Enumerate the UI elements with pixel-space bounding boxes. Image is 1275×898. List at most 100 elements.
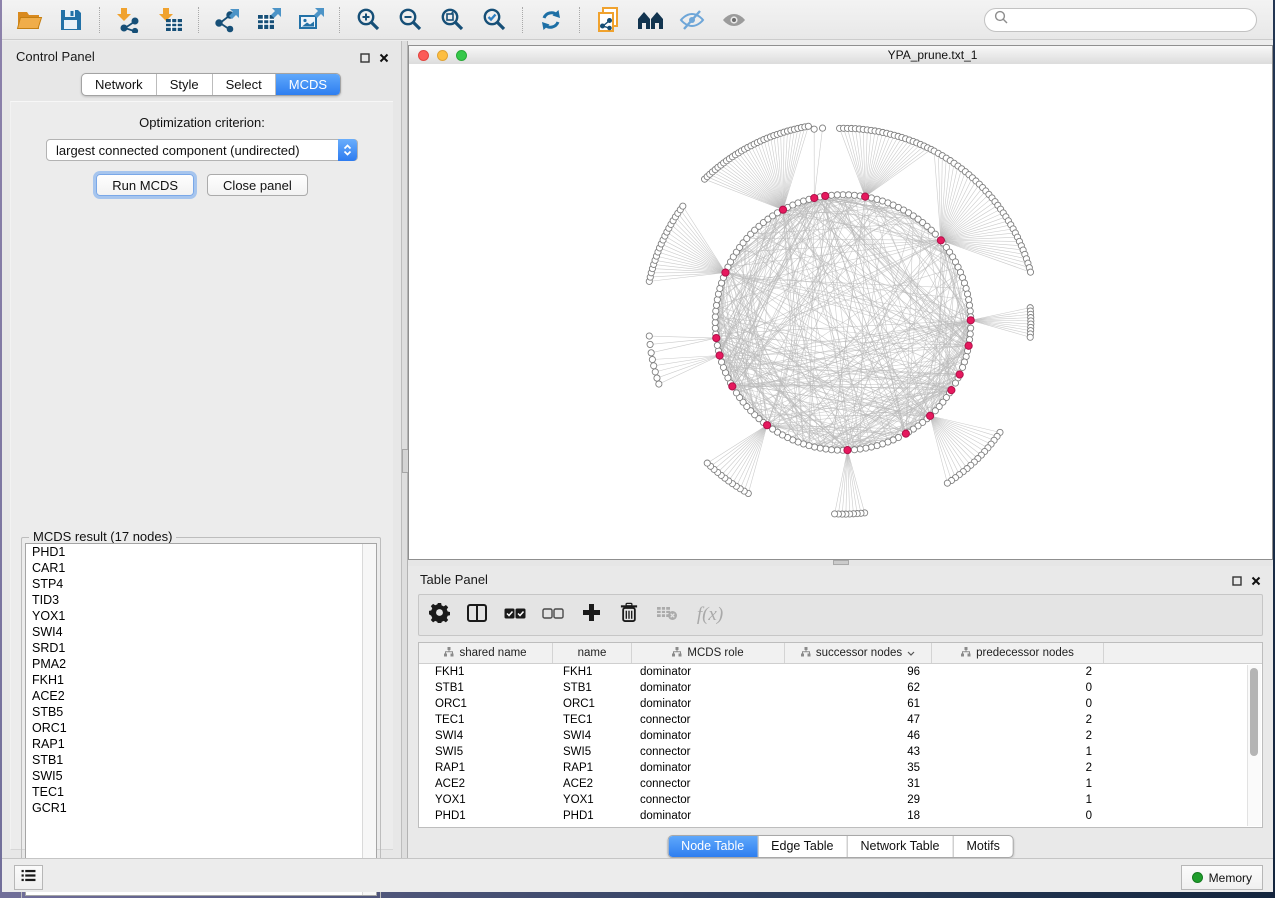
cell[interactable]: dominator <box>632 730 785 742</box>
table-settings-button[interactable] <box>427 603 451 627</box>
column-header-shared-name[interactable]: shared name <box>419 643 553 663</box>
tab-mcds[interactable]: MCDS <box>276 74 340 95</box>
tab-network[interactable]: Network <box>82 74 157 95</box>
column-header-predecessor-nodes[interactable]: predecessor nodes <box>932 643 1104 663</box>
close-panel-icon[interactable] <box>379 50 389 68</box>
table-row[interactable]: STB1STB1dominator620 <box>419 680 1248 696</box>
cell[interactable]: 2 <box>932 714 1104 726</box>
network-graph[interactable] <box>409 64 1272 559</box>
cell[interactable]: 0 <box>932 698 1104 710</box>
zoom-in-button[interactable] <box>347 3 389 37</box>
refresh-button[interactable] <box>530 3 572 37</box>
cell[interactable]: dominator <box>632 682 785 694</box>
close-window-button[interactable] <box>418 50 429 61</box>
table-row[interactable]: ACE2ACE2connector311 <box>419 776 1248 792</box>
import-network-button[interactable] <box>107 3 149 37</box>
cell[interactable]: TEC1 <box>553 714 632 726</box>
table-row[interactable]: SWI5SWI5connector431 <box>419 744 1248 760</box>
cell[interactable]: dominator <box>632 666 785 678</box>
criterion-select[interactable]: largest connected component (undirected) <box>46 139 358 161</box>
cell[interactable]: dominator <box>632 698 785 710</box>
list-scrollbar[interactable] <box>362 544 376 895</box>
deselect-all-columns-button[interactable] <box>541 603 565 627</box>
tab-style[interactable]: Style <box>157 74 213 95</box>
table-row[interactable]: RAP1RAP1dominator352 <box>419 760 1248 776</box>
table-row[interactable]: ORC1ORC1dominator610 <box>419 696 1248 712</box>
cell[interactable]: TEC1 <box>419 714 553 726</box>
select-all-columns-button[interactable] <box>503 603 527 627</box>
float-panel-icon[interactable] <box>1232 573 1242 591</box>
tab-node-table[interactable]: Node Table <box>668 836 758 857</box>
cell[interactable]: RAP1 <box>553 762 632 774</box>
cell[interactable]: 61 <box>785 698 932 710</box>
cell[interactable]: YOX1 <box>553 794 632 806</box>
network-canvas[interactable] <box>409 64 1272 559</box>
cell[interactable]: PHD1 <box>419 810 553 822</box>
cell[interactable]: ACE2 <box>419 778 553 790</box>
table-row[interactable]: SWI4SWI4dominator462 <box>419 728 1248 744</box>
minimize-window-button[interactable] <box>437 50 448 61</box>
cell[interactable]: ACE2 <box>553 778 632 790</box>
float-panel-icon[interactable] <box>360 50 370 68</box>
column-header-name[interactable]: name <box>553 643 632 663</box>
list-item[interactable]: TEC1 <box>26 784 376 800</box>
cell[interactable]: 96 <box>785 666 932 678</box>
tab-network-table[interactable]: Network Table <box>848 836 954 857</box>
table-row[interactable]: FKH1FKH1dominator962 <box>419 664 1248 680</box>
list-item[interactable]: GCR1 <box>26 800 376 816</box>
list-item[interactable]: SWI4 <box>26 624 376 640</box>
cell[interactable]: STB1 <box>419 682 553 694</box>
cell[interactable]: STB1 <box>553 682 632 694</box>
cell[interactable]: FKH1 <box>419 666 553 678</box>
cell[interactable]: 1 <box>932 778 1104 790</box>
hide-selected-button[interactable] <box>671 3 713 37</box>
export-image-button[interactable] <box>290 3 332 37</box>
table-row[interactable]: TEC1TEC1connector472 <box>419 712 1248 728</box>
maximize-window-button[interactable] <box>456 50 467 61</box>
cell[interactable]: YOX1 <box>419 794 553 806</box>
search-input[interactable] <box>1013 10 1256 30</box>
scrollbar-thumb[interactable] <box>1250 668 1258 756</box>
network-window-titlebar[interactable]: YPA_prune.txt_1 <box>409 46 1272 65</box>
cell[interactable]: SWI5 <box>553 746 632 758</box>
open-file-button[interactable] <box>8 3 50 37</box>
zoom-out-button[interactable] <box>389 3 431 37</box>
list-item[interactable]: SWI5 <box>26 768 376 784</box>
export-table-button[interactable] <box>248 3 290 37</box>
cell[interactable]: 2 <box>932 730 1104 742</box>
vertical-splitter[interactable] <box>401 41 408 858</box>
cell[interactable]: 31 <box>785 778 932 790</box>
cell[interactable]: RAP1 <box>419 762 553 774</box>
cell[interactable]: dominator <box>632 810 785 822</box>
show-all-button[interactable] <box>713 3 755 37</box>
column-header-MCDS-role[interactable]: MCDS role <box>632 643 785 663</box>
mcds-result-list[interactable]: PHD1CAR1STP4TID3YOX1SWI4SRD1PMA2FKH1ACE2… <box>25 543 377 896</box>
cell[interactable]: 43 <box>785 746 932 758</box>
memory-button[interactable]: Memory <box>1181 865 1263 890</box>
splitter-handle[interactable] <box>833 560 849 565</box>
list-item[interactable]: STP4 <box>26 576 376 592</box>
save-session-button[interactable] <box>50 3 92 37</box>
cell[interactable]: connector <box>632 746 785 758</box>
cell[interactable]: FKH1 <box>553 666 632 678</box>
list-item[interactable]: SRD1 <box>26 640 376 656</box>
column-header-successor-nodes[interactable]: successor nodes <box>785 643 932 663</box>
cell[interactable]: SWI5 <box>419 746 553 758</box>
list-item[interactable]: STB5 <box>26 704 376 720</box>
cell[interactable]: ORC1 <box>419 698 553 710</box>
export-network-button[interactable] <box>206 3 248 37</box>
cell[interactable]: connector <box>632 794 785 806</box>
cell[interactable]: 47 <box>785 714 932 726</box>
close-panel-icon[interactable] <box>1251 573 1261 591</box>
cell[interactable]: ORC1 <box>553 698 632 710</box>
table-scrollbar[interactable] <box>1247 665 1261 826</box>
list-item[interactable]: YOX1 <box>26 608 376 624</box>
cell[interactable]: 0 <box>932 810 1104 822</box>
delete-column-button[interactable] <box>617 603 641 627</box>
list-item[interactable]: STB1 <box>26 752 376 768</box>
cell[interactable]: 46 <box>785 730 932 742</box>
cell[interactable]: 62 <box>785 682 932 694</box>
tab-select[interactable]: Select <box>213 74 276 95</box>
first-neighbors-button[interactable] <box>629 3 671 37</box>
zoom-selected-button[interactable] <box>473 3 515 37</box>
